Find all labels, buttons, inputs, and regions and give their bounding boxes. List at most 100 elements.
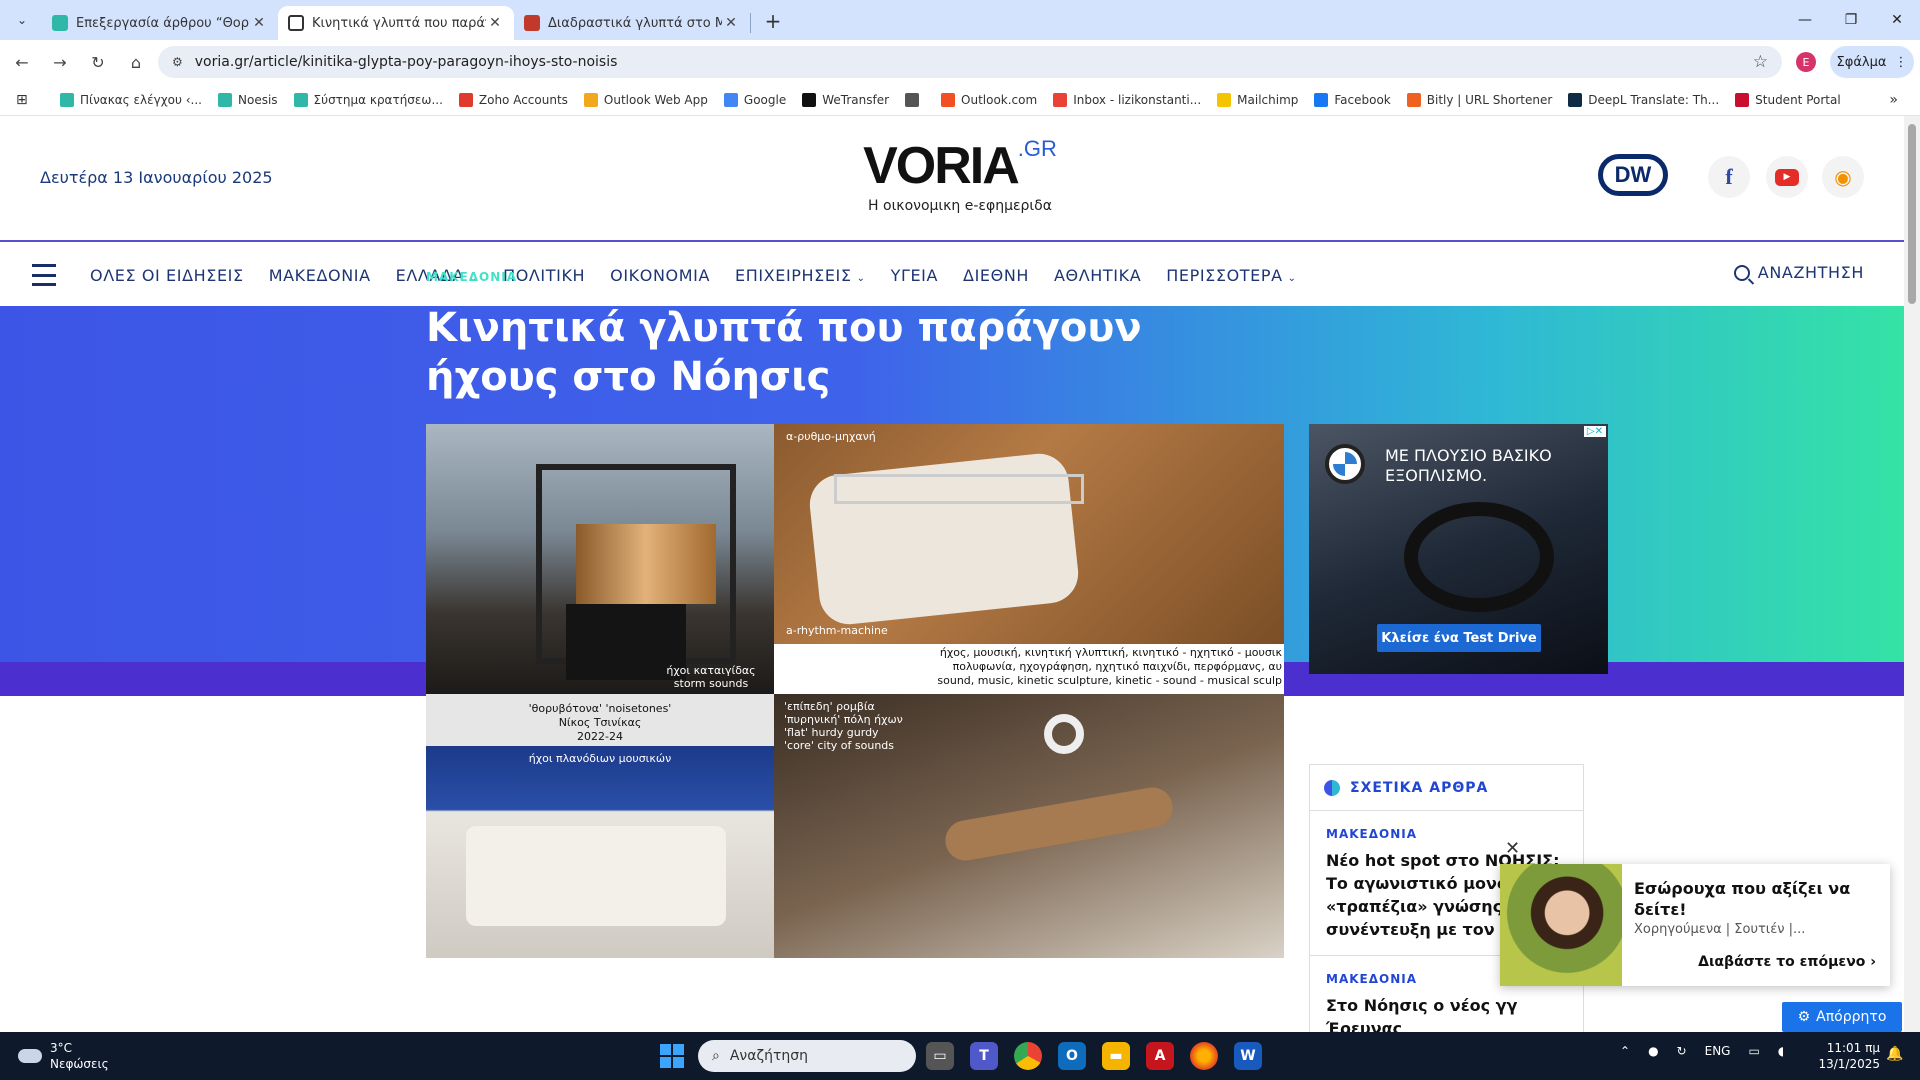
more-bookmarks-chevron-icon[interactable]: » xyxy=(1889,92,1898,108)
nav-item[interactable]: ΠΕΡΙΣΣΟΤΕΡΑ ⌄ xyxy=(1166,266,1296,285)
voria-logo[interactable]: VORIA.GR Η οικονομικη e-εφημεριδα xyxy=(840,136,1080,214)
youtube-icon[interactable]: ▶ xyxy=(1766,156,1808,198)
bmw-advertisement[interactable]: ΜΕ ΠΛΟΥΣΙΟ ΒΑΣΙΚΟ ΕΞΟΠΛΙΣΜΟ. Κλείσε ένα … xyxy=(1309,424,1608,674)
bookmark-item[interactable]: Student Portal xyxy=(1735,92,1841,107)
browser-tab-kinetic-sculptures[interactable]: Κινητικά γλυπτά που παράγου ✕ xyxy=(278,6,514,40)
privacy-button[interactable]: ⚙ Απόρρητο xyxy=(1782,1002,1902,1032)
search-nav-button[interactable]: ΑΝΑΖΗΤΗΣΗ xyxy=(1733,263,1864,282)
page-scrollbar[interactable] xyxy=(1904,116,1920,1032)
nav-item[interactable]: ΔΙΕΘΝΗ xyxy=(963,266,1029,285)
related-title[interactable]: Στο Νόησις ο νέος γγ Έρευνας xyxy=(1326,994,1567,1032)
article-category[interactable]: ΜΑΚΕΔΟΝΙΑ xyxy=(426,270,517,284)
bookmark-item[interactable]: Mailchimp xyxy=(1217,92,1298,107)
sync-icon[interactable]: ↻ xyxy=(1677,1044,1687,1058)
address-bar[interactable]: ⚙ voria.gr/article/kinitika-glypta-poy-p… xyxy=(158,46,1782,78)
rss-icon[interactable]: ◉ xyxy=(1822,156,1864,198)
hamburger-menu-icon[interactable] xyxy=(32,264,56,286)
promo-title[interactable]: Εσώρουχα που αξίζει να δείτε! xyxy=(1634,878,1874,920)
bookmark-item[interactable]: Noesis xyxy=(218,92,278,107)
nav-item[interactable]: ΜΑΚΕΔΟΝΙΑ xyxy=(269,266,371,285)
back-arrow-icon[interactable]: ← xyxy=(6,46,38,78)
language-indicator[interactable]: ENG xyxy=(1705,1044,1731,1058)
bookmark-item[interactable]: Σύστημα κρατήσεω... xyxy=(293,92,443,107)
browser-tab-interactive-sculptures[interactable]: Διαδραστικά γλυπτά στο Μου ✕ xyxy=(514,6,750,40)
read-next-link[interactable]: Διαβάστε το επόμενο › xyxy=(1698,954,1876,970)
url-text[interactable]: voria.gr/article/kinitika-glypta-poy-par… xyxy=(195,54,1753,70)
reload-icon[interactable]: ↻ xyxy=(82,46,114,78)
rhythm-caption-gr: α-ρυθμο-μηχανή xyxy=(786,430,876,443)
bookmark-item[interactable]: Inbox - lizikonstanti... xyxy=(1053,92,1201,107)
profile-avatar[interactable]: E xyxy=(1796,52,1816,72)
close-tab-icon[interactable]: ✕ xyxy=(722,15,740,31)
tab-favicon xyxy=(52,15,68,31)
restore-icon[interactable]: ❐ xyxy=(1828,0,1874,40)
outlook-icon[interactable]: O xyxy=(1058,1042,1086,1070)
tab-search-chevron-icon[interactable]: ⌄ xyxy=(6,4,38,36)
bookmark-item[interactable]: Πίνακας ελέγχου ‹... xyxy=(60,92,202,107)
notification-bell-icon[interactable]: 🔔 xyxy=(1886,1046,1903,1062)
nav-item[interactable]: ΟΛΕΣ ΟΙ ΕΙΔΗΣΕΙΣ xyxy=(90,266,244,285)
search-icon: ⌕ xyxy=(712,1048,720,1064)
bookmark-item[interactable] xyxy=(905,92,925,107)
taskbar-search[interactable]: ⌕ Αναζήτηση xyxy=(698,1040,916,1072)
site-info-icon[interactable]: ⚙ xyxy=(172,55,183,69)
bookmark-item[interactable]: Bitly | URL Shortener xyxy=(1406,92,1552,107)
caption-line: storm sounds xyxy=(673,677,749,690)
bookmark-label: Πίνακας ελέγχου ‹... xyxy=(80,92,202,107)
word-icon[interactable]: W xyxy=(1234,1042,1262,1070)
dw-logo[interactable]: DW xyxy=(1598,154,1668,196)
error-button[interactable]: Σφάλμα ⋮ xyxy=(1830,46,1914,78)
show-hidden-icons-chevron-icon[interactable]: ⌃ xyxy=(1620,1044,1630,1058)
promo-thumbnail[interactable] xyxy=(1500,864,1622,986)
sponsored-promo-card[interactable]: Εσώρουχα που αξίζει να δείτε! Χορηγούμεν… xyxy=(1500,864,1890,986)
nav-item[interactable]: ΟΙΚΟΝΟΜΙΑ xyxy=(610,266,710,285)
bookmark-item[interactable]: Zoho Accounts xyxy=(458,92,568,107)
bookmark-favicon-icon xyxy=(583,92,598,107)
firefox-icon[interactable] xyxy=(1190,1042,1218,1070)
bookmark-item[interactable]: WeTransfer xyxy=(802,92,889,107)
scrollbar-thumb[interactable] xyxy=(1908,124,1916,304)
forward-arrow-icon[interactable]: → xyxy=(44,46,76,78)
bookmark-item[interactable]: Outlook.com xyxy=(941,92,1037,107)
apps-grid-icon[interactable]: ⊞ xyxy=(16,92,36,108)
close-tab-icon[interactable]: ✕ xyxy=(250,15,268,31)
system-clock[interactable]: 11:01 πμ 13/1/2025 xyxy=(1818,1040,1880,1072)
grammarly-icon[interactable]: ● xyxy=(1648,1044,1658,1058)
task-view-icon[interactable]: ▭ xyxy=(926,1042,954,1070)
bookmark-item[interactable]: Outlook Web App xyxy=(583,92,708,107)
close-window-icon[interactable]: ✕ xyxy=(1874,0,1920,40)
nav-item[interactable]: ΥΓΕΙΑ xyxy=(891,266,938,285)
kebab-menu-icon: ⋮ xyxy=(1894,54,1908,70)
facebook-icon[interactable]: f xyxy=(1708,156,1750,198)
file-explorer-icon[interactable]: ▬ xyxy=(1102,1042,1130,1070)
minimize-icon[interactable]: — xyxy=(1782,0,1828,40)
bookmark-favicon-icon xyxy=(1568,92,1583,107)
home-icon[interactable]: ⌂ xyxy=(120,46,152,78)
bookmark-favicon-icon xyxy=(293,92,308,107)
chrome-icon[interactable] xyxy=(1014,1042,1042,1070)
nav-item[interactable]: ΕΠΙΧΕΙΡΗΣΕΙΣ ⌄ xyxy=(735,266,866,285)
bookmark-favicon-icon xyxy=(60,92,74,107)
acrobat-icon[interactable]: A xyxy=(1146,1042,1174,1070)
related-category[interactable]: ΜΑΚΕΔΟΝΙΑ xyxy=(1326,827,1567,841)
caption-line: ήχοι καταιγίδας xyxy=(666,664,756,677)
bookmark-item[interactable]: DeepL Translate: Th... xyxy=(1568,92,1719,107)
new-tab-plus-icon[interactable]: + xyxy=(757,5,789,37)
nav-item[interactable]: ΑΘΛΗΤΙΚΑ xyxy=(1054,266,1141,285)
teams-icon[interactable]: T xyxy=(970,1042,998,1070)
volume-icon[interactable]: ◖ xyxy=(1778,1044,1784,1058)
rhythm-machine-photo: α-ρυθμο-μηχανή a-rhythm-machine xyxy=(774,424,1284,644)
weather-widget[interactable]: 3°C Νεφώσεις xyxy=(18,1040,109,1072)
close-tab-icon[interactable]: ✕ xyxy=(486,15,504,31)
promo-close-icon[interactable]: ✕ xyxy=(1505,838,1520,859)
network-icon[interactable]: ▭ xyxy=(1748,1044,1759,1058)
bookmark-item[interactable]: Facebook xyxy=(1314,92,1391,107)
bookmark-star-icon[interactable]: ☆ xyxy=(1753,52,1768,72)
bookmark-item[interactable]: Google xyxy=(723,92,786,107)
nav-item-label: ΑΘΛΗΤΙΚΑ xyxy=(1054,265,1142,285)
ad-choices-icon[interactable]: ▷✕ xyxy=(1583,426,1606,437)
hurdy-line: 'core' city of sounds xyxy=(784,739,895,752)
windows-start-icon[interactable] xyxy=(660,1044,684,1068)
browser-tab-edit-article[interactable]: Επεξεργασία άρθρου “Θορυβό ✕ xyxy=(42,6,278,40)
test-drive-button[interactable]: Κλείσε ένα Test Drive xyxy=(1377,624,1541,652)
